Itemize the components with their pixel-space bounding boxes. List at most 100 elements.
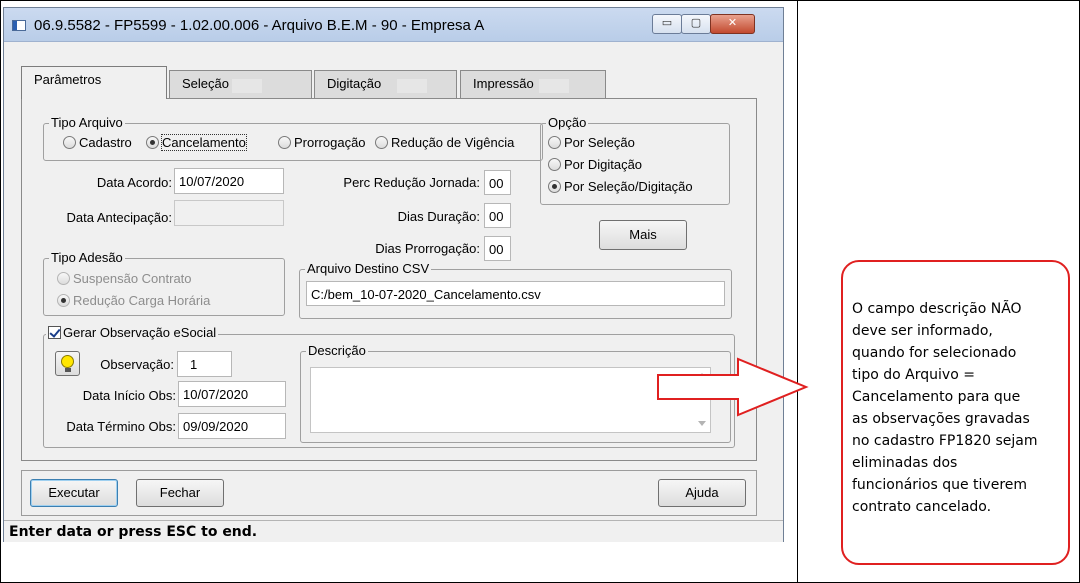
tab-chip: [539, 79, 569, 93]
group-legend: Opção: [546, 115, 589, 130]
radio-button[interactable]: [57, 272, 70, 285]
tab-impressao[interactable]: Impressão: [460, 70, 606, 99]
dias-prorrogacao-input[interactable]: 00: [484, 236, 511, 261]
radio-label: Cadastro: [79, 135, 132, 150]
radio-cancelamento[interactable]: Cancelamento: [146, 134, 247, 151]
group-legend: Tipo Adesão: [49, 250, 125, 265]
annotation-text: O campo descrição NÃO deve ser informado…: [852, 298, 1067, 518]
maximize-button[interactable]: ▢: [681, 14, 711, 34]
tab-chip: [232, 79, 262, 93]
descricao-textarea[interactable]: [310, 367, 711, 433]
action-bar: Executar Fechar Ajuda: [21, 470, 757, 516]
dias-duracao-label: Dias Duração:: [397, 209, 480, 224]
minimize-button[interactable]: ▭: [652, 14, 682, 34]
radio-prorrogacao[interactable]: Prorrogação: [278, 135, 366, 150]
tab-parametros[interactable]: Parâmetros: [21, 66, 167, 99]
radio-suspensao-contrato[interactable]: Suspensão Contrato: [57, 271, 192, 286]
annotation-line: eliminadas dos: [852, 455, 958, 471]
radio-reducao-vigencia[interactable]: Redução de Vigência: [375, 135, 514, 150]
observacao-lookup-button[interactable]: [55, 351, 80, 376]
tab-panel-parametros: Tipo Arquivo Cadastro Cancelamento Prorr…: [21, 98, 757, 461]
radio-label: Por Seleção: [564, 135, 635, 150]
annotation-line: Cancelamento para que: [852, 389, 1021, 405]
tab-label: Parâmetros: [34, 72, 102, 87]
ajuda-button[interactable]: Ajuda: [658, 479, 746, 507]
tab-chip: [397, 79, 427, 93]
radio-label: Por Seleção/Digitação: [564, 179, 693, 194]
tab-digitacao[interactable]: Digitação: [314, 70, 457, 99]
app-window: 06.9.5582 - FP5599 - 1.02.00.006 - Arqui…: [3, 7, 784, 542]
tipo-adesao-group: Tipo Adesão Suspensão Contrato Redução C…: [43, 250, 285, 316]
esocial-checkbox-label: Gerar Observação eSocial: [63, 325, 217, 340]
radio-cadastro[interactable]: Cadastro: [63, 135, 132, 150]
annotation-line: as observações gravadas: [852, 411, 1030, 427]
radio-button[interactable]: [548, 158, 561, 171]
annotation-line: tipo do Arquivo =: [852, 367, 975, 383]
data-termino-obs-input[interactable]: 09/09/2020: [178, 413, 286, 439]
radio-por-selecao-digitacao[interactable]: Por Seleção/Digitação: [548, 179, 693, 194]
radio-label: Por Digitação: [564, 157, 643, 172]
annotation-line: deve ser informado,: [852, 323, 993, 339]
radio-button[interactable]: [278, 136, 291, 149]
radio-button[interactable]: [548, 180, 561, 193]
executar-button[interactable]: Executar: [30, 479, 118, 507]
tab-selecao[interactable]: Seleção: [169, 70, 312, 99]
data-antecipacao-input[interactable]: [174, 200, 284, 226]
tab-label: Digitação: [327, 76, 382, 91]
radio-por-digitacao[interactable]: Por Digitação: [548, 157, 642, 172]
observacao-label: Observação:: [100, 357, 174, 372]
status-bar: Enter data or press ESC to end.: [4, 520, 783, 542]
data-acordo-input[interactable]: 10/07/2020: [174, 168, 284, 194]
radio-label: Prorrogação: [294, 135, 366, 150]
window-title: 06.9.5582 - FP5599 - 1.02.00.006 - Arqui…: [34, 17, 485, 34]
title-bar[interactable]: 06.9.5582 - FP5599 - 1.02.00.006 - Arqui…: [4, 8, 783, 42]
tipo-arquivo-group: Tipo Arquivo Cadastro Cancelamento Prorr…: [43, 115, 543, 161]
data-acordo-label: Data Acordo:: [96, 175, 172, 190]
radio-button[interactable]: [548, 136, 561, 149]
lightbulb-base: [65, 368, 71, 372]
annotation-line: no cadastro FP1820 sejam: [852, 433, 1038, 449]
annotation-callout: O campo descrição NÃO deve ser informado…: [841, 260, 1070, 565]
observacao-input[interactable]: 1: [177, 351, 232, 377]
data-termino-obs-label: Data Término Obs:: [66, 419, 176, 434]
group-legend: Tipo Arquivo: [49, 115, 125, 130]
close-button[interactable]: ✕: [710, 14, 755, 34]
group-legend: Descrição: [306, 343, 368, 358]
divider-line: [797, 0, 798, 583]
mais-button[interactable]: Mais: [599, 220, 687, 250]
dias-prorrogacao-label: Dias Prorrogação:: [375, 241, 480, 256]
radio-por-selecao[interactable]: Por Seleção: [548, 135, 635, 150]
tab-label: Seleção: [182, 76, 229, 91]
perc-reducao-label: Perc Redução Jornada:: [343, 175, 480, 190]
data-inicio-obs-input[interactable]: 10/07/2020: [178, 381, 286, 407]
esocial-checkbox[interactable]: [48, 326, 61, 339]
radio-button[interactable]: [57, 294, 70, 307]
lightbulb-icon: [61, 355, 74, 368]
arquivo-destino-input[interactable]: C:/bem_10-07-2020_Cancelamento.csv: [306, 281, 725, 306]
opcao-group: Opção Por Seleção Por Digitação Por Sele…: [540, 115, 730, 205]
data-antecipacao-label: Data Antecipação:: [66, 210, 172, 225]
annotation-line: quando for selecionado: [852, 345, 1017, 361]
group-legend: Arquivo Destino CSV: [305, 261, 432, 276]
scroll-down-icon[interactable]: [698, 421, 706, 426]
esocial-group: Gerar Observação eSocial Observação: 1 D…: [43, 325, 735, 448]
dias-duracao-input[interactable]: 00: [484, 203, 511, 228]
radio-reducao-carga-horaria[interactable]: Redução Carga Horária: [57, 293, 210, 308]
perc-reducao-input[interactable]: 00: [484, 170, 511, 195]
radio-label: Redução Carga Horária: [73, 293, 211, 308]
radio-label: Cancelamento: [161, 134, 247, 151]
radio-button[interactable]: [375, 136, 388, 149]
annotation-line: O campo descrição NÃO: [852, 301, 1022, 317]
annotation-line: funcionários que tiverem: [852, 477, 1028, 493]
radio-button[interactable]: [63, 136, 76, 149]
esocial-legend[interactable]: Gerar Observação eSocial: [46, 325, 219, 340]
arrow-icon: [657, 357, 809, 417]
app-icon: [12, 20, 26, 31]
radio-button[interactable]: [146, 136, 159, 149]
arquivo-destino-group: Arquivo Destino CSV C:/bem_10-07-2020_Ca…: [299, 261, 732, 319]
fechar-button[interactable]: Fechar: [136, 479, 224, 507]
radio-label: Redução de Vigência: [391, 135, 515, 150]
data-inicio-obs-label: Data Início Obs:: [82, 388, 176, 403]
tab-label: Impressão: [473, 76, 534, 91]
radio-label: Suspensão Contrato: [73, 271, 192, 286]
